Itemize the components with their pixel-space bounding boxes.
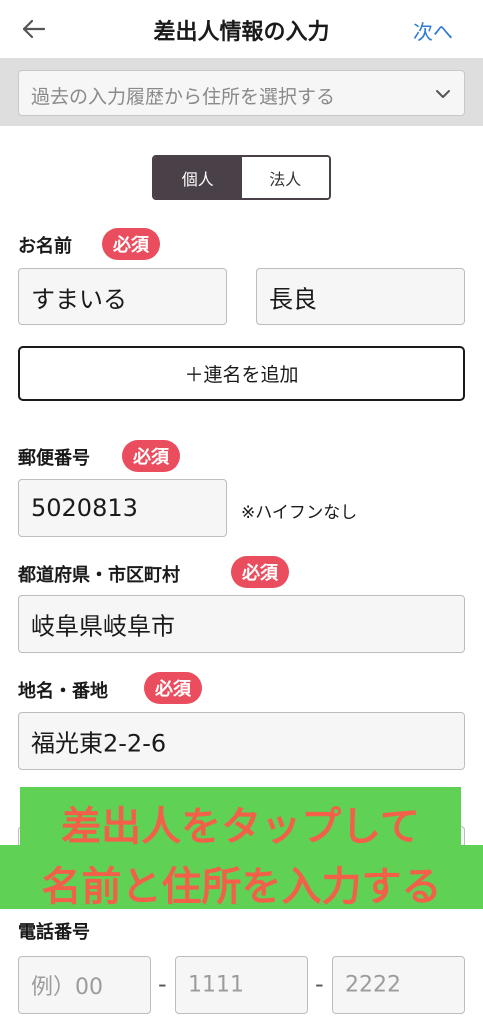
first-name-input[interactable]: 長良 [256,268,465,325]
pref-city-label: 都道府県・市区町村 [18,565,180,586]
street-required-badge: 必須 [144,672,202,704]
name-required-badge: 必須 [102,228,160,260]
first-name-value: 長良 [269,285,317,313]
header-bar: 差出人情報の入力 次へ [0,0,483,58]
pref-city-input[interactable]: 岐阜県岐阜市 [18,595,465,653]
postal-label: 郵便番号 [18,448,90,469]
add-joint-name-button[interactable]: ＋連名を追加 [18,346,465,401]
postal-hint: ※ハイフンなし [241,503,358,523]
page-title: 差出人情報の入力 [153,20,330,45]
street-input[interactable]: 福光東2-2-6 [18,712,465,770]
phone-part3-input[interactable]: 2222 [332,956,465,1014]
phone-part3-placeholder: 2222 [345,972,401,998]
pref-city-required-badge: 必須 [231,556,289,588]
phone-part1-placeholder: 例）00 [31,975,103,1000]
next-button[interactable]: 次へ [413,16,453,45]
instruction-line-2: 名前と住所を入力する [41,864,442,910]
phone-part2-placeholder: 1111 [188,972,244,998]
name-label: お名前 [18,236,72,257]
history-select[interactable]: 過去の入力履歴から住所を選択する [18,70,465,116]
pref-city-value: 岐阜県岐阜市 [31,612,175,641]
phone-label: 電話番号 [18,922,90,943]
phone-separator-2: - [315,970,324,998]
history-select-text: 過去の入力履歴から住所を選択する [31,86,336,108]
street-value: 福光東2-2-6 [31,729,167,758]
instruction-line-1: 差出人をタップして [61,804,420,850]
last-name-input[interactable]: すまいる [18,268,227,325]
chevron-down-icon [436,90,450,98]
phone-separator-1: - [158,970,167,998]
corporate-tab[interactable]: 法人 [241,157,329,198]
sender-type-toggle: 個人 法人 [152,155,331,200]
last-name-value: すまいる [31,285,127,313]
postal-code-input[interactable]: 5020813 [18,479,227,537]
phone-part2-input[interactable]: 1111 [175,956,308,1014]
postal-code-value: 5020813 [31,494,138,522]
individual-tab[interactable]: 個人 [154,157,242,198]
phone-part1-input[interactable]: 例）00 [18,956,151,1014]
postal-required-badge: 必須 [122,440,180,472]
street-label: 地名・番地 [18,681,108,702]
history-band: 過去の入力履歴から住所を選択する [0,58,483,126]
